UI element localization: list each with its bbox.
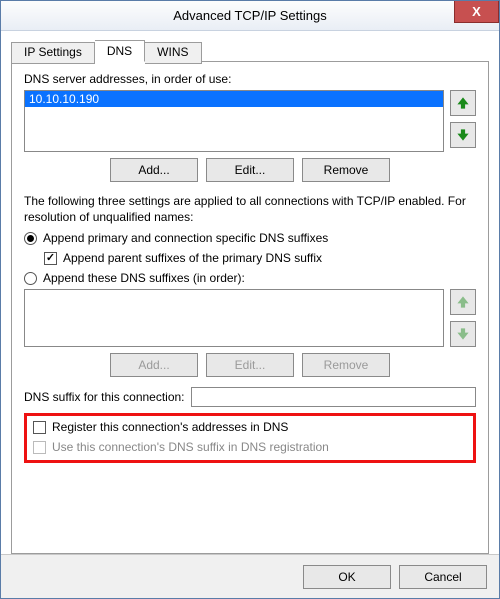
dns-suffixes-row [24,289,476,347]
suffix-move-up-button[interactable] [450,289,476,315]
titlebar: Advanced TCP/IP Settings X [1,1,499,31]
dns-servers-listbox[interactable]: 10.10.10.190 [24,90,444,152]
tab-label: DNS [107,44,132,58]
remove-suffix-button[interactable]: Remove [302,353,390,377]
radio-append-primary-row[interactable]: Append primary and connection specific D… [24,231,476,245]
arrow-up-icon [456,96,470,110]
ok-button[interactable]: OK [303,565,391,589]
list-item[interactable]: 10.10.10.190 [25,91,443,107]
remove-server-button[interactable]: Remove [302,158,390,182]
check-parent-suffixes[interactable] [44,252,57,265]
dns-servers-row: 10.10.10.190 [24,90,476,152]
arrow-down-icon [456,327,470,341]
suffix-reorder-buttons [450,289,476,347]
highlight-box: Register this connection's addresses in … [24,413,476,463]
move-up-button[interactable] [450,90,476,116]
add-suffix-button[interactable]: Add... [110,353,198,377]
explain-text: The following three settings are applied… [24,194,476,225]
check-register-row[interactable]: Register this connection's addresses in … [33,420,467,434]
check-use-suffix-row[interactable]: Use this connection's DNS suffix in DNS … [33,440,467,454]
dns-suffix-buttons: Add... Edit... Remove [24,353,476,377]
tab-strip: IP Settings DNS WINS [11,40,489,62]
check-label: Append parent suffixes of the primary DN… [63,251,322,265]
tab-ip-settings[interactable]: IP Settings [11,42,95,64]
connection-suffix-row: DNS suffix for this connection: [24,387,476,407]
tab-label: WINS [157,45,188,59]
cancel-button[interactable]: Cancel [399,565,487,589]
check-label: Use this connection's DNS suffix in DNS … [52,440,329,454]
suffix-move-down-button[interactable] [450,321,476,347]
close-button[interactable]: X [454,1,499,23]
check-use-suffix-dns[interactable] [33,441,46,454]
radio-label: Append these DNS suffixes (in order): [43,271,245,285]
check-parent-suffixes-row[interactable]: Append parent suffixes of the primary DN… [44,251,476,265]
check-label: Register this connection's addresses in … [52,420,288,434]
arrow-up-icon [456,295,470,309]
connection-suffix-input[interactable] [191,387,476,407]
edit-suffix-button[interactable]: Edit... [206,353,294,377]
radio-label: Append primary and connection specific D… [43,231,328,245]
arrow-down-icon [456,128,470,142]
dialog-window: Advanced TCP/IP Settings X IP Settings D… [0,0,500,599]
radio-append-these[interactable] [24,272,37,285]
close-icon: X [472,4,481,19]
reorder-buttons [450,90,476,148]
move-down-button[interactable] [450,122,476,148]
add-server-button[interactable]: Add... [110,158,198,182]
tab-dns[interactable]: DNS [95,40,145,62]
window-title: Advanced TCP/IP Settings [1,8,499,23]
tab-panel-dns: DNS server addresses, in order of use: 1… [11,61,489,554]
radio-append-these-row[interactable]: Append these DNS suffixes (in order): [24,271,476,285]
check-register-dns[interactable] [33,421,46,434]
dns-server-buttons: Add... Edit... Remove [24,158,476,182]
tab-wins[interactable]: WINS [145,42,201,64]
tab-label: IP Settings [24,45,82,59]
edit-server-button[interactable]: Edit... [206,158,294,182]
dns-servers-label: DNS server addresses, in order of use: [24,72,476,86]
dialog-footer: OK Cancel [1,554,499,598]
dialog-body: IP Settings DNS WINS DNS server addresse… [1,31,499,554]
dns-suffixes-listbox[interactable] [24,289,444,347]
connection-suffix-label: DNS suffix for this connection: [24,390,185,404]
radio-append-primary[interactable] [24,232,37,245]
